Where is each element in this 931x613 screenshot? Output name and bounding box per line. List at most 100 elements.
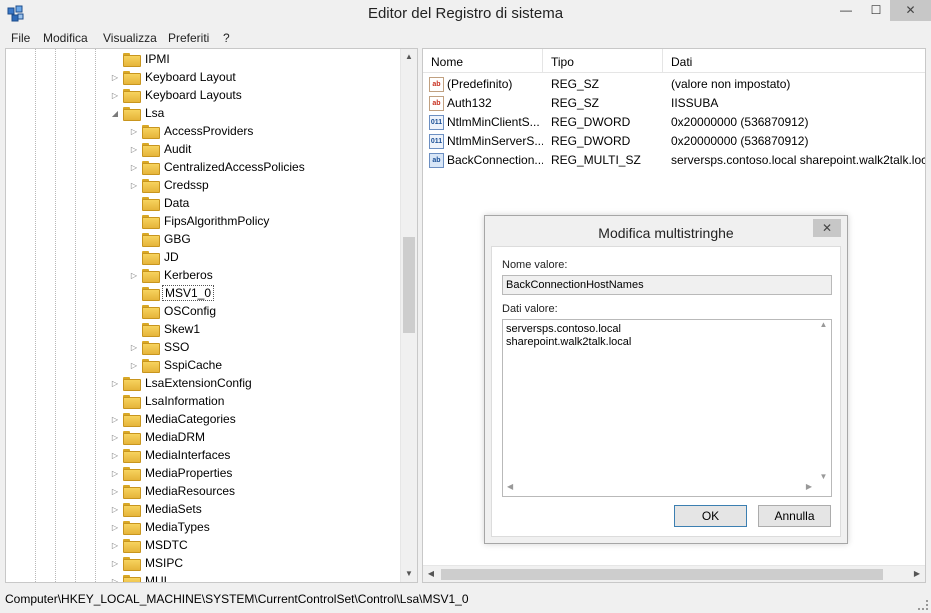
dialog-close-button[interactable]: ✕ bbox=[813, 219, 841, 237]
expand-arrow-icon[interactable]: ▷ bbox=[110, 487, 120, 496]
tree-node[interactable]: ▷ AccessProviders bbox=[129, 122, 255, 140]
tree-node[interactable]: ◢ Lsa bbox=[110, 104, 166, 122]
value-row[interactable]: ab BackConnection... REG_MULTI_SZ serversps… bbox=[423, 151, 925, 170]
value-type-cell: REG_SZ bbox=[551, 77, 600, 91]
tree-node[interactable]: LsaInformation bbox=[110, 392, 226, 410]
scroll-left-arrow-icon[interactable]: ◀ bbox=[423, 566, 439, 582]
tree-node[interactable]: ▷ Keyboard Layout bbox=[110, 68, 238, 86]
cancel-button[interactable]: Annulla bbox=[758, 505, 831, 527]
expand-arrow-icon[interactable]: ▷ bbox=[110, 73, 120, 82]
scroll-thumb[interactable] bbox=[441, 569, 883, 580]
expand-arrow-icon[interactable]: ▷ bbox=[110, 577, 120, 583]
scroll-left-arrow-icon[interactable]: ◀ bbox=[507, 482, 513, 491]
tree-node[interactable]: ▷ MediaDRM bbox=[110, 428, 207, 446]
folder-icon bbox=[142, 323, 160, 337]
menu-modifica[interactable]: Modifica bbox=[43, 31, 88, 45]
maximize-button[interactable]: ☐ bbox=[862, 0, 890, 21]
tree-node[interactable]: ▷ Credssp bbox=[129, 176, 211, 194]
expand-arrow-icon[interactable]: ▷ bbox=[110, 523, 120, 532]
expand-arrow-icon[interactable]: ▷ bbox=[110, 433, 120, 442]
expand-arrow-icon[interactable]: ▷ bbox=[110, 469, 120, 478]
value-row[interactable]: ab Auth132 REG_SZ IISSUBA bbox=[423, 94, 925, 113]
folder-icon bbox=[142, 359, 160, 373]
tree-node-label: IPMI bbox=[145, 52, 170, 66]
menu-help[interactable]: ? bbox=[223, 31, 230, 45]
expand-arrow-icon[interactable]: ▷ bbox=[110, 415, 120, 424]
tree-node-label: MediaCategories bbox=[145, 412, 236, 426]
tree-node[interactable]: IPMI bbox=[110, 50, 172, 68]
tree-node[interactable]: ▷ MediaResources bbox=[110, 482, 237, 500]
scroll-thumb[interactable] bbox=[403, 237, 415, 333]
menu-visualizza[interactable]: Visualizza bbox=[103, 31, 157, 45]
tree-node[interactable]: Data bbox=[129, 194, 191, 212]
menu-file[interactable]: File bbox=[11, 31, 30, 45]
resize-grip-icon[interactable] bbox=[918, 600, 928, 610]
tree-node[interactable]: FipsAlgorithmPolicy bbox=[129, 212, 271, 230]
tree-node[interactable]: MSV1_0 bbox=[129, 284, 215, 302]
tree-node[interactable]: ▷ LsaExtensionConfig bbox=[110, 374, 254, 392]
folder-icon bbox=[142, 143, 160, 157]
registry-tree[interactable]: IPMI ▷ Keyboard Layout ▷ Keyboard Layouts ◢ Ls… bbox=[5, 48, 418, 583]
tree-node[interactable]: ▷ MediaCategories bbox=[110, 410, 238, 428]
tree-node-label: CentralizedAccessPolicies bbox=[164, 160, 305, 174]
scroll-down-arrow-icon[interactable]: ▼ bbox=[401, 566, 417, 582]
scroll-right-arrow-icon[interactable]: ▶ bbox=[909, 566, 925, 582]
column-header-type[interactable]: Tipo bbox=[543, 49, 663, 73]
textarea-horizontal-scrollbar[interactable]: ◀ ▶ bbox=[503, 481, 816, 496]
column-header-data[interactable]: Dati bbox=[663, 49, 925, 73]
tree-node[interactable]: ▷ SspiCache bbox=[129, 356, 224, 374]
value-data-textarea[interactable]: serversps.contoso.local sharepoint.walk2… bbox=[502, 319, 832, 497]
tree-node[interactable]: ▷ MUI bbox=[110, 572, 169, 583]
value-type-cell: REG_DWORD bbox=[551, 115, 631, 129]
collapse-arrow-icon[interactable]: ◢ bbox=[110, 109, 120, 118]
minimize-button[interactable]: — bbox=[832, 0, 860, 21]
value-row[interactable]: ab (Predefinito) REG_SZ (valore non imposta… bbox=[423, 75, 925, 94]
tree-node-label: MediaInterfaces bbox=[145, 448, 231, 462]
tree-node[interactable]: ▷ MediaInterfaces bbox=[110, 446, 232, 464]
expand-arrow-icon[interactable]: ▷ bbox=[129, 145, 139, 154]
tree-node[interactable]: ▷ MediaTypes bbox=[110, 518, 212, 536]
expand-arrow-icon[interactable]: ▷ bbox=[110, 505, 120, 514]
menu-preferiti[interactable]: Preferiti bbox=[168, 31, 209, 45]
scroll-up-arrow-icon[interactable]: ▲ bbox=[816, 320, 831, 329]
tree-guide-line bbox=[35, 49, 36, 582]
expand-arrow-icon[interactable]: ▷ bbox=[129, 271, 139, 280]
tree-node[interactable]: ▷ SSO bbox=[129, 338, 191, 356]
value-row[interactable]: 011 NtlmMinServerS... REG_DWORD 0x20000000 … bbox=[423, 132, 925, 151]
tree-node[interactable]: ▷ CentralizedAccessPolicies bbox=[129, 158, 307, 176]
expand-arrow-icon[interactable]: ▷ bbox=[110, 91, 120, 100]
tree-node[interactable]: ▷ Audit bbox=[129, 140, 193, 158]
tree-node[interactable]: GBG bbox=[129, 230, 193, 248]
folder-icon bbox=[142, 161, 160, 175]
expand-arrow-icon[interactable]: ▷ bbox=[129, 127, 139, 136]
scroll-down-arrow-icon[interactable]: ▼ bbox=[816, 472, 831, 481]
scroll-right-arrow-icon[interactable]: ▶ bbox=[806, 482, 812, 491]
tree-node[interactable]: ▷ Keyboard Layouts bbox=[110, 86, 244, 104]
textarea-vertical-scrollbar[interactable]: ▲ ▼ bbox=[816, 320, 831, 481]
tree-node[interactable]: ▷ MediaProperties bbox=[110, 464, 234, 482]
expand-arrow-icon[interactable]: ▷ bbox=[129, 181, 139, 190]
folder-icon bbox=[142, 287, 160, 301]
tree-node[interactable]: OSConfig bbox=[129, 302, 218, 320]
expand-arrow-icon[interactable]: ▷ bbox=[110, 379, 120, 388]
close-button[interactable]: ✕ bbox=[890, 0, 931, 21]
expand-arrow-icon[interactable]: ▷ bbox=[110, 451, 120, 460]
tree-vertical-scrollbar[interactable]: ▲ ▼ bbox=[400, 49, 417, 582]
tree-node[interactable]: Skew1 bbox=[129, 320, 202, 338]
tree-node[interactable]: JD bbox=[129, 248, 181, 266]
binary-value-icon: 011 bbox=[429, 134, 444, 149]
expand-arrow-icon[interactable]: ▷ bbox=[110, 541, 120, 550]
ok-button[interactable]: OK bbox=[674, 505, 747, 527]
expand-arrow-icon[interactable]: ▷ bbox=[129, 163, 139, 172]
tree-node[interactable]: ▷ Kerberos bbox=[129, 266, 215, 284]
tree-node[interactable]: ▷ MediaSets bbox=[110, 500, 204, 518]
value-row[interactable]: 011 NtlmMinClientS... REG_DWORD 0x20000000 … bbox=[423, 113, 925, 132]
column-header-name[interactable]: Nome bbox=[423, 49, 543, 73]
expand-arrow-icon[interactable]: ▷ bbox=[129, 343, 139, 352]
list-horizontal-scrollbar[interactable]: ◀ ▶ bbox=[423, 565, 925, 582]
scroll-up-arrow-icon[interactable]: ▲ bbox=[401, 49, 417, 65]
expand-arrow-icon[interactable]: ▷ bbox=[110, 559, 120, 568]
tree-node[interactable]: ▷ MSIPC bbox=[110, 554, 185, 572]
expand-arrow-icon[interactable]: ▷ bbox=[129, 361, 139, 370]
tree-node[interactable]: ▷ MSDTC bbox=[110, 536, 190, 554]
